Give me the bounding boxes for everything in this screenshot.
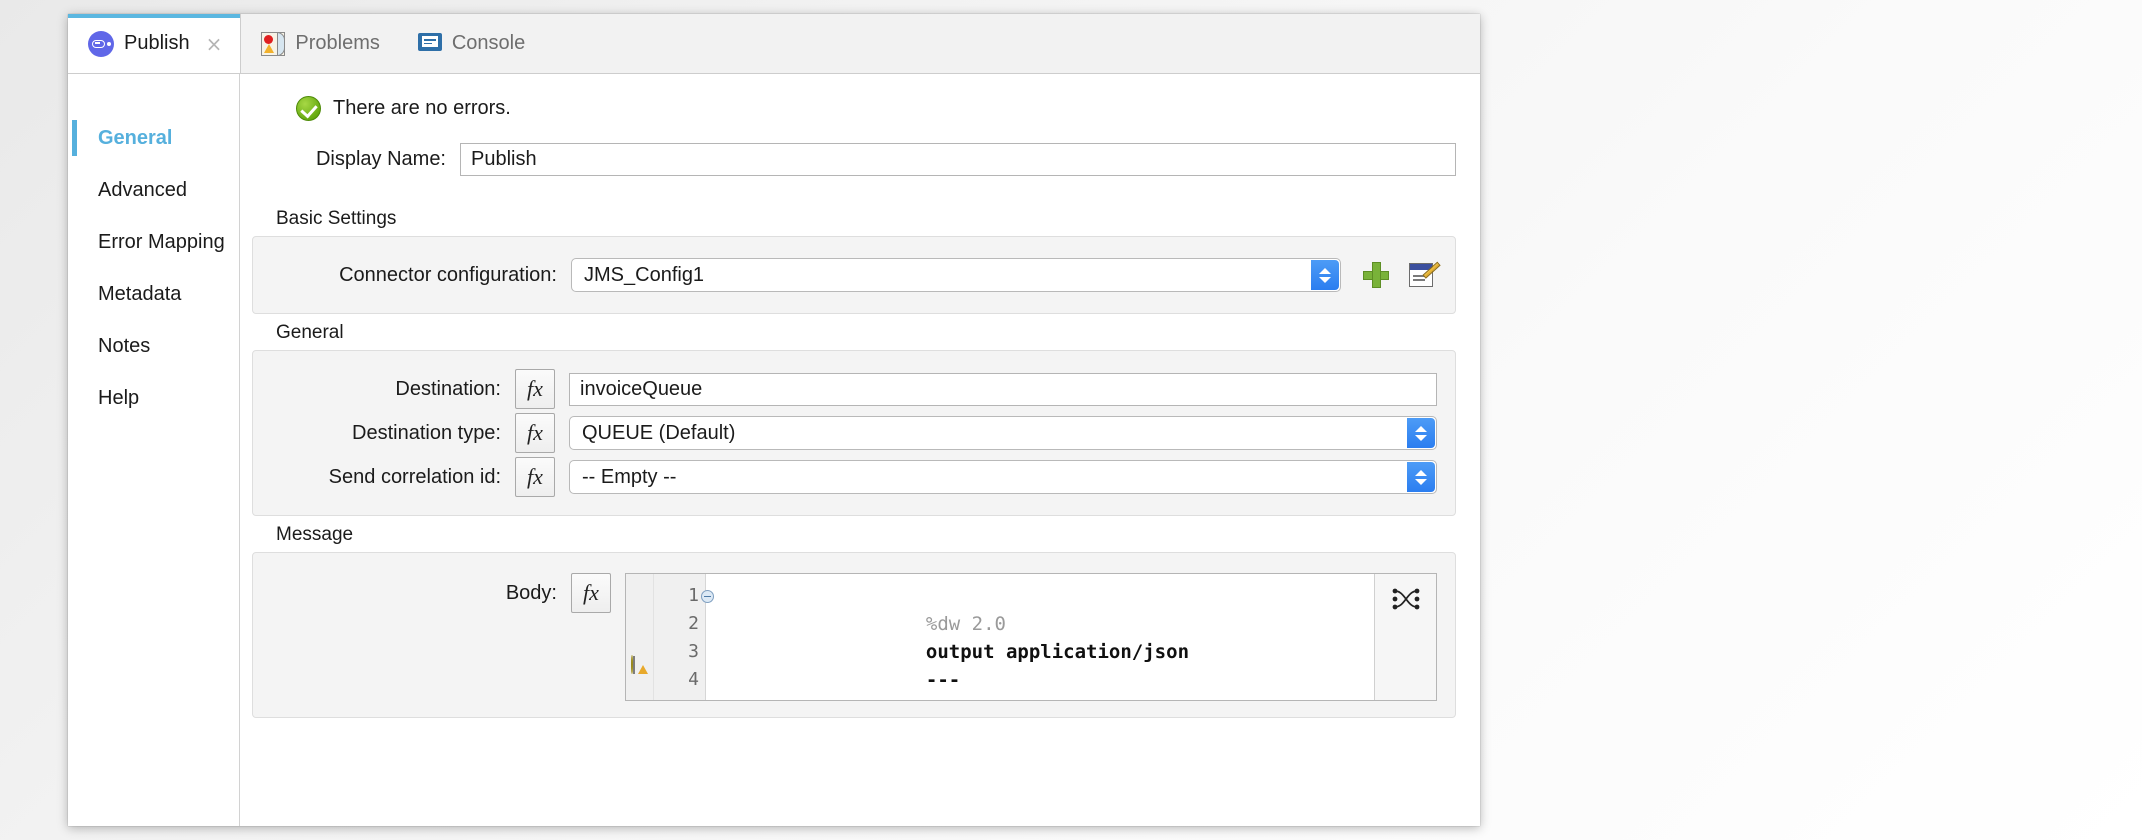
display-name-label: Display Name: [296,148,460,171]
chevron-updown-icon[interactable] [1311,260,1339,290]
code-token-payload: payload [926,697,1006,700]
general-group: General Destination: fx invoiceQueue Des… [240,314,1480,516]
panel-body: General Advanced Error Mapping Metadata … [68,74,1480,826]
destination-row: Destination: fx invoiceQueue [271,367,1437,411]
tab-problems[interactable]: Problems [241,14,397,73]
sidebar-item-label: Metadata [98,283,181,306]
editor-code-area[interactable]: %dw 2.0 output application/json --- payl… [706,574,1374,700]
destination-type-select[interactable]: QUEUE (Default) [569,416,1437,450]
problems-icon [261,32,285,56]
success-check-icon [296,96,321,121]
close-icon[interactable]: × [206,34,223,54]
destination-type-row: Destination type: fx QUEUE (Default) [271,411,1437,455]
sidebar-item-label: Help [98,387,139,410]
sidebar-item-label: Advanced [98,179,187,202]
connector-configuration-value: JMS_Config1 [584,264,704,287]
code-token: %dw 2.0 [926,613,1006,635]
general-title: General [252,314,1456,350]
connector-configuration-row: Connector configuration: JMS_Config1 [271,253,1437,297]
basic-settings-title: Basic Settings [252,200,1456,236]
editor-tab-bar: Publish × Problems Console [68,14,1480,74]
chevron-updown-icon[interactable] [1407,418,1435,448]
status-text: There are no errors. [333,97,511,120]
destination-label: Destination: [271,378,515,401]
settings-content: There are no errors. Display Name: Publi… [240,74,1480,826]
code-token-selector: .payments [1006,697,1109,700]
send-correlation-id-row: Send correlation id: fx -- Empty -- [271,455,1437,499]
sidebar-item-error-mapping[interactable]: Error Mapping [68,216,239,268]
line-number: 4 [654,666,705,694]
tab-publish[interactable]: Publish × [68,14,241,73]
settings-sidebar: General Advanced Error Mapping Metadata … [68,74,240,826]
status-message: There are no errors. [240,74,1480,139]
line-number: 3 [654,638,705,666]
body-label: Body: [271,573,571,613]
sidebar-item-label: Notes [98,335,150,358]
line-number: 2 [654,610,705,638]
destination-input[interactable]: invoiceQueue [569,373,1437,406]
display-name-input[interactable]: Publish [460,143,1456,176]
connector-configuration-label: Connector configuration: [271,264,571,287]
tab-console[interactable]: Console [398,14,543,73]
editor-line-numbers: 1 2 3 4 [654,574,706,700]
line-number: 1 [654,582,705,610]
fx-button-destination[interactable]: fx [515,369,555,409]
editor-warning-gutter [626,574,654,700]
tab-publish-label: Publish [124,32,190,55]
publish-icon [88,31,114,57]
sidebar-item-label: Error Mapping [98,231,225,254]
warning-bulb-icon[interactable] [631,656,645,672]
body-row: Body: fx 1 [271,569,1437,701]
dataweave-editor[interactable]: 1 2 3 4 %dw 2.0 [625,573,1437,701]
dataweave-transform-icon[interactable] [1389,584,1423,614]
display-name-row: Display Name: Publish [240,139,1480,200]
fx-button-send-correlation-id[interactable]: fx [515,457,555,497]
fold-collapse-icon[interactable] [701,590,714,603]
send-correlation-id-value: -- Empty -- [582,466,676,489]
basic-settings-box: Connector configuration: JMS_Config1 [252,236,1456,314]
sidebar-item-label: General [98,127,172,150]
message-title: Message [252,516,1456,552]
sidebar-item-general[interactable]: General [68,112,239,164]
send-correlation-id-label: Send correlation id: [271,466,515,489]
sidebar-item-notes[interactable]: Notes [68,320,239,372]
tab-problems-label: Problems [295,32,379,55]
connector-configuration-select[interactable]: JMS_Config1 [571,258,1341,292]
message-group: Message Body: fx [240,516,1480,718]
console-icon [418,33,442,55]
general-box: Destination: fx invoiceQueue Destination… [252,350,1456,516]
code-token: output application/json [926,641,1189,663]
edit-pencil-icon[interactable] [1409,261,1437,289]
sidebar-item-advanced[interactable]: Advanced [68,164,239,216]
destination-type-value: QUEUE (Default) [582,422,735,445]
message-box: Body: fx 1 [252,552,1456,718]
basic-settings-group: Basic Settings Connector configuration: … [240,200,1480,314]
sidebar-item-metadata[interactable]: Metadata [68,268,239,320]
send-correlation-id-select[interactable]: -- Empty -- [569,460,1437,494]
properties-panel: Publish × Problems Console General [68,14,1480,826]
fx-button-body[interactable]: fx [571,573,611,613]
plus-icon[interactable] [1363,262,1389,288]
code-line: %dw 2.0 [720,582,1374,610]
sidebar-item-help[interactable]: Help [68,372,239,424]
chevron-updown-icon[interactable] [1407,462,1435,492]
tab-console-label: Console [452,32,525,55]
fx-button-destination-type[interactable]: fx [515,413,555,453]
editor-side-toolbar [1374,574,1436,700]
destination-type-label: Destination type: [271,422,515,445]
code-token: --- [926,669,960,691]
